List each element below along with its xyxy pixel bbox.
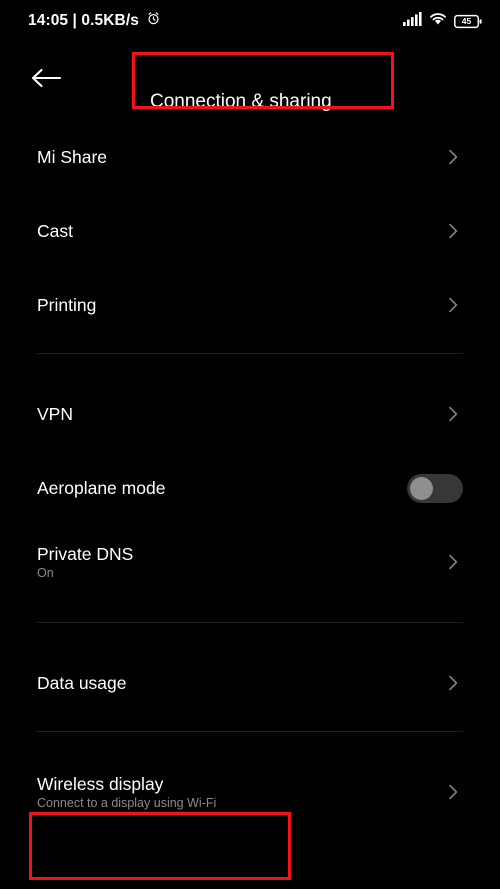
status-bar: 14:05 | 0.5KB/s 45 [0,0,500,42]
list-item-printing[interactable]: Printing [0,268,500,342]
page-title: Connection & sharing [150,91,332,112]
wifi-icon [429,12,447,31]
list-item-texts: Data usage [37,673,127,693]
list-item-title: Wireless display [37,773,164,794]
status-clock-and-speed: 14:05 | 0.5KB/s [28,12,139,30]
list-item-subtitle: On [37,565,54,580]
list-item-private-dns[interactable]: Private DNS On [0,525,500,599]
list-item-data-usage[interactable]: Data usage [0,646,500,720]
status-bar-left: 14:05 | 0.5KB/s [28,11,161,31]
back-arrow-icon [30,67,62,94]
aeroplane-mode-toggle[interactable] [407,473,463,503]
list-item-subtitle: Connect to a display using Wi-Fi [37,795,217,810]
list-item-title: Cast [37,220,73,241]
back-button[interactable] [30,60,76,100]
list-item-texts: Private DNS On [37,544,133,581]
list-item-texts: VPN [37,404,73,424]
chevron-right-icon [443,404,463,424]
list-item-cast[interactable]: Cast [0,194,500,268]
list-item-title: Printing [37,294,97,315]
app-bar: Connection & sharing [0,42,500,120]
list-item-wireless-display[interactable]: Wireless display Connect to a display us… [0,755,500,829]
alarm-clock-icon [146,11,161,31]
list-item-vpn[interactable]: VPN [0,377,500,451]
list-item-aeroplane-mode[interactable]: Aeroplane mode [0,451,500,525]
chevron-right-icon [443,221,463,241]
chevron-right-icon [443,673,463,693]
phone-screen: 14:05 | 0.5KB/s 45 Connection & sharing … [0,0,500,889]
battery-level-text: 45 [461,15,472,26]
settings-list: Mi Share Cast Printing VPN Aeroplane mod… [0,120,500,829]
list-item-texts: Printing [37,295,96,315]
chevron-right-icon [443,295,463,315]
chevron-right-icon [443,147,463,167]
list-item-texts: Wireless display Connect to a display us… [37,774,216,811]
cellular-signal-icon [403,11,422,31]
list-item-texts: Mi Share [37,147,107,167]
chevron-right-icon [443,782,463,802]
chevron-right-icon [443,552,463,572]
list-item-title: Data usage [37,672,127,693]
list-item-title: Aeroplane mode [37,477,166,498]
list-item-mi-share[interactable]: Mi Share [0,120,500,194]
list-item-title: VPN [37,403,73,424]
list-item-texts: Cast [37,221,73,241]
toggle-knob [410,476,433,500]
list-item-title: Mi Share [37,146,108,167]
status-bar-right: 45 [403,11,482,31]
list-item-title: Private DNS [37,543,134,564]
list-item-texts: Aeroplane mode [37,478,165,498]
battery-icon: 45 [454,14,482,29]
